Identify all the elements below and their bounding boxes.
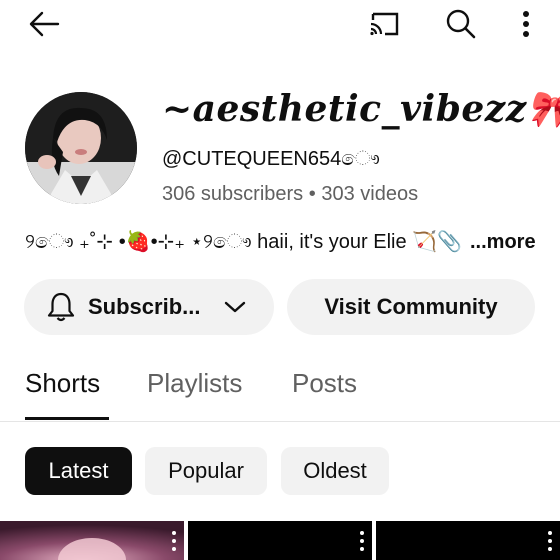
cast-button[interactable] <box>364 6 404 42</box>
channel-avatar[interactable] <box>25 92 137 204</box>
stats-separator: • <box>308 183 316 205</box>
more-options-button[interactable] <box>514 6 538 42</box>
visit-community-button[interactable]: Visit Community <box>287 279 535 335</box>
short-thumbnail[interactable] <box>376 521 560 560</box>
channel-handle: @CUTEQUEEN654ෞ <box>162 148 380 170</box>
filter-oldest-chip[interactable]: Oldest <box>281 447 389 495</box>
search-icon <box>446 9 476 39</box>
short-menu-icon[interactable] <box>548 531 552 551</box>
tab-playlists[interactable]: Playlists <box>147 368 242 399</box>
short-thumbnail[interactable] <box>0 521 184 560</box>
short-menu-icon[interactable] <box>172 531 176 551</box>
bell-icon <box>47 292 75 322</box>
channel-name: ~aesthetic_vibezz🎀 <box>162 88 560 130</box>
video-count: 303 videos <box>321 183 419 205</box>
tabs-divider <box>0 421 560 422</box>
active-tab-indicator <box>25 417 109 420</box>
tab-shorts[interactable]: Shorts <box>25 368 100 399</box>
more-vert-icon <box>523 11 529 37</box>
avatar-image <box>25 92 137 204</box>
cast-icon <box>370 12 399 36</box>
subscribe-button[interactable]: Subscrib... <box>24 279 274 335</box>
tab-posts[interactable]: Posts <box>292 368 357 399</box>
visit-community-label: Visit Community <box>324 294 498 319</box>
subscriber-count: 306 subscribers <box>162 183 304 205</box>
bio-more-link[interactable]: ...more <box>470 231 536 253</box>
filter-latest-chip[interactable]: Latest <box>25 447 132 495</box>
chevron-down-icon <box>225 301 246 313</box>
channel-description[interactable]: ୨ෞ ₊˚⊹ •🍓•⊹₊ ⋆୨ෞ haii, it's your Elie 🏹📎… <box>25 229 536 254</box>
short-thumbnail[interactable] <box>188 521 372 560</box>
search-button[interactable] <box>441 6 481 42</box>
short-menu-icon[interactable] <box>360 531 364 551</box>
bio-text: ୨ෞ ₊˚⊹ •🍓•⊹₊ ⋆୨ෞ haii, it's your Elie 🏹📎 <box>25 231 462 253</box>
channel-stats: 306 subscribers • 303 videos <box>162 183 418 206</box>
filter-popular-chip[interactable]: Popular <box>145 447 267 495</box>
subscribe-label: Subscrib... <box>88 294 201 319</box>
short-thumbnail-image <box>0 521 184 560</box>
back-button[interactable] <box>24 8 64 40</box>
back-arrow-icon <box>29 11 60 37</box>
